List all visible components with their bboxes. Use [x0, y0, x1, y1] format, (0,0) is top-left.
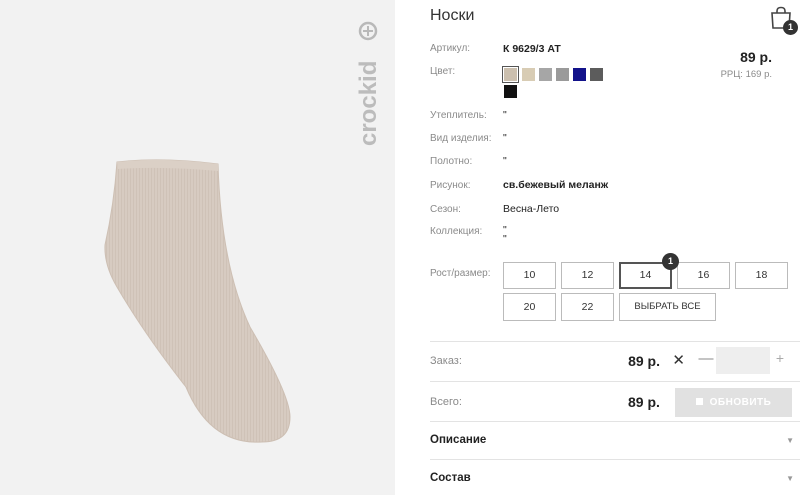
chevron-down-icon: ▼ — [786, 474, 794, 483]
season-value: Весна-Лето — [503, 203, 560, 215]
collection-label: Коллекция: — [430, 226, 483, 237]
product-image-sock — [104, 159, 291, 443]
recommended-retail-price: РРЦ: 169 р. — [720, 69, 772, 80]
accordion-composition[interactable]: Состав ▼ — [430, 472, 800, 495]
accordion-composition-label: Состав — [430, 472, 471, 484]
total-price: 89 р. — [628, 394, 660, 410]
divider — [430, 459, 800, 460]
svg-text:crockid: crockid — [355, 61, 382, 146]
fabric-label: Полотно: — [430, 156, 473, 167]
color-swatch-sand[interactable] — [522, 68, 535, 81]
color-swatch-navy[interactable] — [573, 68, 586, 81]
select-all-sizes-button[interactable]: ВЫБРАТЬ ВСЕ — [619, 293, 716, 321]
season-label: Сезон: — [430, 204, 461, 215]
color-swatch-black[interactable] — [504, 85, 517, 98]
item-type-label: Вид изделия: — [430, 133, 492, 144]
color-swatch-light-grey[interactable] — [539, 68, 552, 81]
quantity-decrease-button[interactable]: — — [698, 350, 714, 367]
size-option-20[interactable]: 20 — [503, 293, 556, 321]
collection-value-secondary: " — [503, 233, 507, 245]
update-icon — [695, 397, 703, 405]
update-button[interactable]: ОБНОВИТЬ — [675, 388, 792, 417]
size-quantity-badge: 1 — [662, 253, 679, 270]
product-title: Носки — [430, 7, 475, 24]
item-type-value: " — [503, 132, 507, 144]
quantity-input[interactable] — [716, 347, 770, 374]
color-swatch-dark-grey[interactable] — [590, 68, 603, 81]
product-details: Носки 1 Артикул: К 9629/3 АТ 89 р. РРЦ: … — [430, 0, 800, 495]
article-label: Артикул: — [430, 43, 471, 54]
pattern-value: св.бежевый меланж — [503, 179, 609, 191]
brand-logo: crockid — [355, 21, 382, 146]
color-label: Цвет: — [430, 66, 456, 77]
divider — [430, 341, 800, 342]
color-swatch-beige-melange[interactable] — [502, 66, 519, 83]
size-option-16[interactable]: 16 — [677, 262, 730, 289]
divider — [430, 421, 800, 422]
fabric-value: " — [503, 155, 507, 167]
size-option-18[interactable]: 18 — [735, 262, 788, 289]
quantity-increase-button[interactable]: + — [772, 350, 788, 366]
color-swatch-grey[interactable] — [556, 68, 569, 81]
total-label: Всего: — [430, 396, 462, 408]
insulation-value: " — [503, 109, 507, 121]
order-price: 89 р. — [628, 353, 660, 369]
size-option-10[interactable]: 10 — [503, 262, 556, 289]
order-label: Заказ: — [430, 355, 462, 367]
price: 89 р. — [740, 49, 772, 65]
insulation-label: Утеплитель: — [430, 110, 487, 121]
size-label: Рост/размер: — [430, 268, 491, 279]
remove-order-icon[interactable]: ✕ — [672, 351, 685, 369]
size-option-22[interactable]: 22 — [561, 293, 614, 321]
accordion-description-label: Описание — [430, 434, 487, 446]
cart-button[interactable]: 1 — [770, 4, 798, 35]
cart-count-badge: 1 — [783, 20, 798, 35]
update-button-label: ОБНОВИТЬ — [709, 397, 772, 408]
size-option-12[interactable]: 12 — [561, 262, 614, 289]
article-value: К 9629/3 АТ — [503, 43, 561, 55]
pattern-label: Рисунок: — [430, 180, 471, 191]
product-gallery: crockid — [0, 0, 395, 495]
divider — [430, 381, 800, 382]
chevron-down-icon: ▼ — [786, 436, 794, 445]
